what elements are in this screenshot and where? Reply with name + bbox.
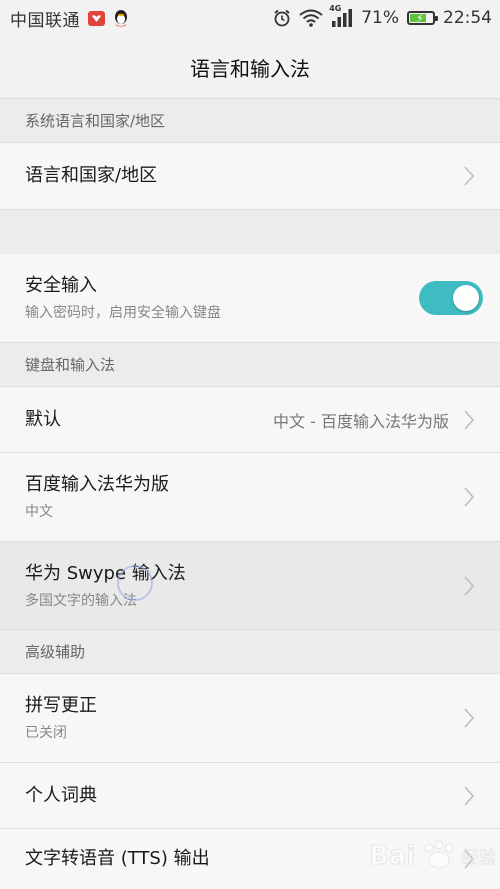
chevron-right-icon bbox=[463, 486, 475, 508]
row-text: 拼写更正 已关闭 bbox=[25, 694, 463, 742]
row-title: 安全输入 bbox=[25, 275, 97, 296]
chevron-right-icon bbox=[463, 409, 475, 431]
cellular-signal-icon: 4G bbox=[329, 4, 353, 27]
watermark-logo: Bai 经验 bbox=[365, 830, 497, 880]
chevron-right-icon bbox=[463, 575, 475, 597]
touch-indicator bbox=[117, 565, 153, 601]
default-ime-row[interactable]: 默认 中文 - 百度输入法华为版 bbox=[0, 387, 500, 453]
alarm-clock-icon bbox=[273, 9, 291, 27]
baidu-ime-row[interactable]: 百度输入法华为版 中文 bbox=[0, 453, 500, 542]
row-title: 语言和国家/地区 bbox=[25, 165, 158, 186]
section-header-system-language: 系统语言和国家/地区 bbox=[0, 99, 500, 143]
row-text: 个人词典 bbox=[25, 784, 463, 808]
language-region-row[interactable]: 语言和国家/地区 bbox=[0, 143, 500, 210]
toggle-knob bbox=[453, 285, 479, 311]
row-text: 华为 Swype 输入法 多国文字的输入法 bbox=[25, 562, 463, 610]
huawei-app-icon bbox=[88, 10, 105, 26]
charging-bolt-icon: ⚡ bbox=[416, 12, 424, 25]
section-spacer bbox=[0, 210, 500, 255]
row-text: 百度输入法华为版 中文 bbox=[25, 473, 463, 521]
row-title: 个人词典 bbox=[25, 784, 97, 806]
row-text: 语言和国家/地区 bbox=[25, 164, 463, 188]
swype-ime-row[interactable]: 华为 Swype 输入法 多国文字的输入法 bbox=[0, 542, 500, 630]
section-header-advanced: 高级辅助 bbox=[0, 630, 500, 674]
page-title-bar: 语言和输入法 bbox=[0, 36, 500, 99]
svg-text:经验: 经验 bbox=[461, 848, 495, 869]
status-bar: 中国联通 4G 71% ⚡ 22:54 bbox=[0, 0, 500, 36]
carrier-label: 中国联通 bbox=[10, 10, 80, 31]
clock-time: 22:54 bbox=[443, 8, 492, 28]
section-header-keyboard: 键盘和输入法 bbox=[0, 343, 500, 387]
row-subtitle: 多国文字的输入法 bbox=[25, 592, 137, 609]
row-title: 默认 bbox=[25, 408, 61, 430]
row-subtitle: 已关闭 bbox=[25, 725, 67, 741]
status-bar-left: 中国联通 bbox=[10, 6, 129, 31]
default-ime-value: 中文 - 百度输入法华为版 bbox=[273, 411, 449, 431]
network-type-label: 4G bbox=[329, 4, 342, 13]
battery-icon: ⚡ bbox=[407, 11, 438, 25]
row-text: 安全输入 输入密码时，启用安全输入键盘 bbox=[25, 274, 419, 322]
personal-dictionary-row[interactable]: 个人词典 bbox=[0, 763, 500, 829]
row-subtitle: 中文 bbox=[25, 504, 53, 520]
row-title: 华为 Swype 输入法 bbox=[25, 562, 186, 584]
spell-check-row[interactable]: 拼写更正 已关闭 bbox=[0, 674, 500, 763]
secure-input-toggle[interactable] bbox=[419, 281, 483, 315]
secure-input-row[interactable]: 安全输入 输入密码时，启用安全输入键盘 bbox=[0, 254, 500, 343]
chevron-right-icon bbox=[463, 707, 475, 729]
row-subtitle: 输入密码时，启用安全输入键盘 bbox=[25, 305, 221, 321]
row-text: 默认 bbox=[25, 408, 273, 432]
row-title: 拼写更正 bbox=[25, 695, 97, 716]
status-bar-right: 4G 71% ⚡ 22:54 bbox=[273, 4, 492, 28]
svg-text:Bai: Bai bbox=[369, 841, 415, 871]
wifi-icon bbox=[299, 9, 323, 27]
qq-penguin-icon bbox=[113, 9, 129, 27]
row-title: 百度输入法华为版 bbox=[25, 474, 169, 495]
chevron-right-icon bbox=[463, 165, 475, 187]
page-title: 语言和输入法 bbox=[190, 56, 310, 81]
battery-percent: 71% bbox=[361, 8, 399, 28]
chevron-right-icon bbox=[463, 785, 475, 807]
